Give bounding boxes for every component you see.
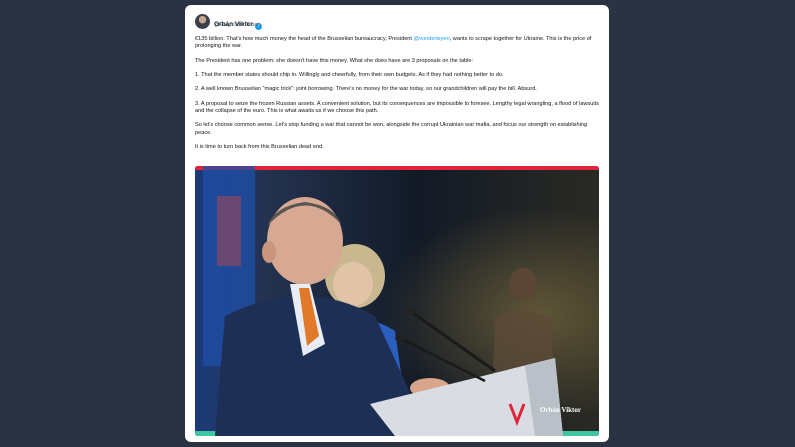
watermark-text: Orbán Viktor <box>539 406 581 414</box>
photo-watermark: Orbán Viktor <box>540 406 581 414</box>
tweet-card: Orbán Viktor ✓ @PM_ViktorOrban €135 billi… <box>185 5 609 442</box>
tweet-photo[interactable]: Orbán Viktor <box>195 166 599 436</box>
tweet-paragraph-5: 3. A proposal to seize the frozen Russia… <box>195 100 599 114</box>
mention-link[interactable]: @vonderleyen <box>414 36 450 42</box>
tweet-text: €135 billion. That's how much money the … <box>195 36 600 158</box>
tweet-paragraph-4: 2. A well known Brusselian "magic trick"… <box>195 86 537 93</box>
p1-text-start: €135 billion. That's how much money the … <box>195 36 414 42</box>
tweet-paragraph-7: It is time to turn back from this Brusse… <box>195 143 324 150</box>
tweet-paragraph-3: 1. That the member states should chip in… <box>195 71 504 78</box>
author-handle[interactable]: @PM_ViktorOrban <box>214 22 260 28</box>
tweet-paragraph-6: So let's choose common sense. Let's stop… <box>195 122 588 136</box>
author-avatar[interactable] <box>195 14 210 29</box>
tweet-paragraph-1: €135 billion. That's how much money the … <box>195 36 600 50</box>
press-conference-photo <box>195 166 599 436</box>
tweet-paragraph-2: The President has one problem: she doesn… <box>195 57 474 64</box>
